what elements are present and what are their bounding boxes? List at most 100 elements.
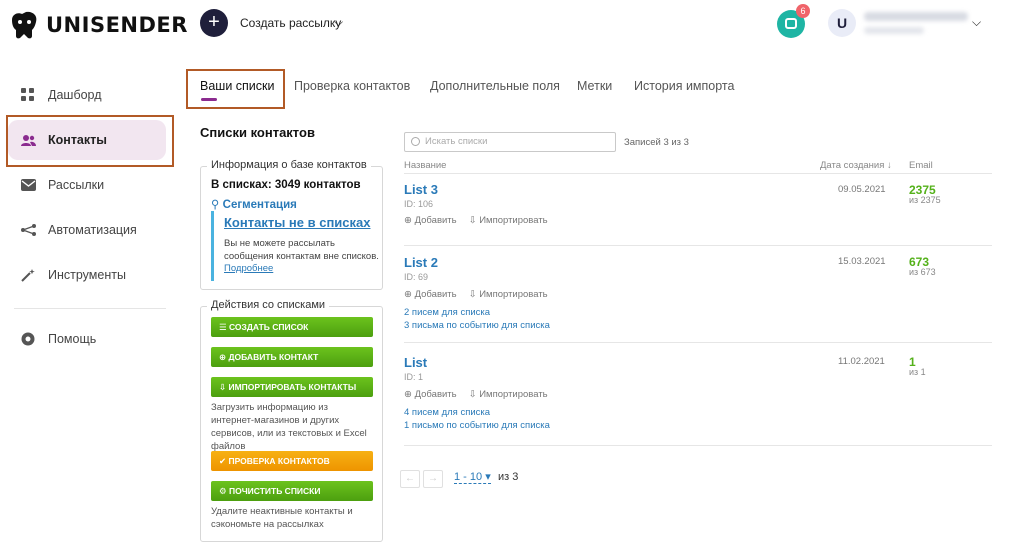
records-count: Записей 3 из 3 [624,137,689,148]
more-link[interactable]: Подробнее [224,263,273,274]
sidebar-item-automation[interactable]: Автоматизация [8,210,166,250]
download-icon: ⇩ [468,389,480,400]
clean-lists-button[interactable]: ⚙ почистить списки [211,481,373,501]
create-campaign-plus-button[interactable]: + [200,9,228,37]
import-to-list-link[interactable]: ⇩ Импортировать [469,289,548,300]
tab-additional-fields[interactable]: Дополнительные поля [430,79,560,93]
clean-lists-label: почистить списки [228,486,321,496]
list-row-actions: ⊕ Добавить ⇩ Импортировать [404,289,548,300]
tab-import-history[interactable]: История импорта [634,79,734,93]
list-email-total: из 1 [909,367,926,377]
sidebar: Дашборд Контакты Рассылки Автоматизация … [0,52,178,552]
list-id: ID: 69 [404,272,429,282]
add-to-list-link[interactable]: ⊕ Добавить [404,289,457,300]
create-campaign-label[interactable]: Создать рассылку [240,16,341,30]
add-label: Добавить [414,289,457,300]
list-created-date: 11.02.2021 [838,356,885,367]
search-lists-input[interactable]: Искать списки [404,132,616,152]
segmentation-link[interactable]: ⚲ Сегментация [211,197,297,211]
user-email-blurred [864,12,968,21]
download-icon: ⇩ [468,289,480,300]
gears-icon: ⚙ [219,486,229,496]
list-mailings-link[interactable]: 2 писем для списка [404,307,490,318]
user-menu-chevron-icon[interactable]: ⌵ [972,15,981,30]
add-contact-label: добавить контакт [228,352,319,362]
header-divider [404,173,992,174]
list-email-total: из 2375 [909,195,941,205]
pager-page-size-select[interactable]: 1 - 10 ▾ [454,470,491,484]
column-header-name[interactable]: Название [404,160,446,171]
chevron-down-icon[interactable]: ⌵ [334,15,343,30]
help-globe-icon [20,331,36,347]
sidebar-item-label: Инструменты [48,268,126,282]
pager-next-icon[interactable]: → [423,470,443,488]
sidebar-item-tools[interactable]: Инструменты [8,255,166,295]
import-to-list-link[interactable]: ⇩ Импортировать [469,215,548,226]
list-created-date: 15.03.2021 [838,256,886,267]
tab-tags[interactable]: Метки [577,79,612,93]
sidebar-divider [14,308,166,309]
column-header-date[interactable]: Дата создания ↓ [820,160,892,171]
search-placeholder: Искать списки [425,136,488,147]
notifications-badge: 6 [796,4,810,18]
list-actions-panel: Действия со списками ☰ создать список ⊕ … [200,299,383,542]
sidebar-item-dashboard[interactable]: Дашборд [8,75,166,115]
check-contacts-button[interactable]: ✔ проверка контактов [211,451,373,471]
highlight-frame-tab [186,69,285,109]
create-list-button[interactable]: ☰ создать список [211,317,373,337]
list-id: ID: 106 [404,199,434,209]
import-to-list-link[interactable]: ⇩ Импортировать [469,389,548,400]
sidebar-item-label: Автоматизация [48,223,137,237]
list-id: ID: 1 [404,372,424,382]
brand-name: UNISENDER [46,13,188,37]
add-to-list-link[interactable]: ⊕ Добавить [404,389,457,400]
user-avatar[interactable]: U [828,9,856,37]
import-label: Импортировать [479,215,548,226]
clean-note: Удалите неактивные контакты и сэкономьте… [211,506,353,530]
plus-circle-icon: ⊕ [404,215,415,226]
sidebar-item-label: Помощь [48,332,97,346]
search-icon: ⚲ [211,199,220,211]
add-label: Добавить [414,215,457,226]
sidebar-item-mailings[interactable]: Рассылки [8,165,166,205]
import-label: Импортировать [479,289,548,300]
magic-wand-icon [20,267,36,283]
pager-range: 1 - 10 [454,471,483,483]
list-event-mailings-link[interactable]: 1 письмо по событию для списка [404,420,550,431]
add-to-list-link[interactable]: ⊕ Добавить [404,215,457,226]
import-contacts-button[interactable]: ⇩ импортировать контакты [211,377,373,397]
mail-envelope-icon [20,177,36,193]
sidebar-item-label: Дашборд [48,88,102,102]
check-contacts-label: проверка контактов [228,456,330,466]
pager-total: из 3 [498,471,519,483]
create-list-label: создать список [228,322,309,332]
row-divider [404,245,992,246]
list-email-total: из 673 [909,267,936,277]
top-bar: UNISENDER + Создать рассылку ⌵ 6 U ⌵ [0,0,1024,52]
list-name-link[interactable]: List [404,355,427,370]
tab-contact-check[interactable]: Проверка контактов [294,79,410,93]
search-icon [411,137,420,146]
sidebar-item-label: Рассылки [48,178,105,192]
add-contact-button[interactable]: ⊕ добавить контакт [211,347,373,367]
not-in-lists-text: Вы не можете рассылать сообщения контакт… [224,238,379,262]
logo[interactable]: UNISENDER [8,10,188,40]
plus-circle-icon: ⊕ [404,389,415,400]
info-panel-legend: Информация о базе контактов [207,159,371,171]
column-header-email: Email [909,160,933,171]
list-mailings-link[interactable]: 4 писем для списка [404,407,490,418]
import-contacts-label: импортировать контакты [228,382,357,392]
download-icon: ⇩ [468,215,480,226]
list-icon: ☰ [219,322,229,332]
list-name-link[interactable]: List 3 [404,182,438,197]
list-event-mailings-link[interactable]: 3 письма по событию для списка [404,320,550,331]
row-divider [404,445,992,446]
import-note: Загрузить информацию из интернет-магазин… [211,402,367,452]
page-title: Списки контактов [200,125,315,140]
pager-prev-icon[interactable]: ← [400,470,420,488]
sidebar-item-help[interactable]: Помощь [8,319,166,359]
inbox-icon [785,18,797,29]
list-name-link[interactable]: List 2 [404,255,438,270]
not-in-lists-link[interactable]: Контакты не в списках [224,215,370,230]
plus-circle-icon: ⊕ [404,289,415,300]
